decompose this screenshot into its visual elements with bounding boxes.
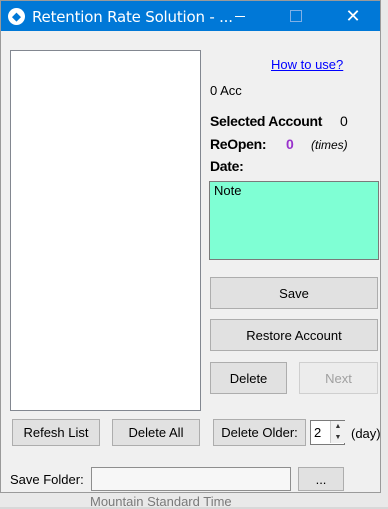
delete-all-button[interactable]: Delete All xyxy=(112,419,200,446)
refresh-list-button[interactable]: Refesh List xyxy=(12,419,100,446)
title-bar[interactable]: ◆ Retention Rate Solution - ... ✕ xyxy=(1,1,380,31)
save-folder-input[interactable] xyxy=(91,467,291,491)
selected-account-label: Selected Account xyxy=(210,113,323,129)
account-list[interactable] xyxy=(10,50,201,411)
date-label: Date: xyxy=(210,158,244,174)
app-logo-icon: ◆ xyxy=(8,8,25,25)
account-count: 0 Acc xyxy=(210,83,242,98)
window-title: Retention Rate Solution - ... xyxy=(32,8,233,26)
restore-account-button[interactable]: Restore Account xyxy=(210,319,378,351)
minimize-icon xyxy=(235,15,245,17)
reopen-unit: (times) xyxy=(311,138,348,152)
save-folder-label: Save Folder: xyxy=(10,472,84,487)
maximize-button xyxy=(273,1,319,31)
stepper-down-icon[interactable]: ▼ xyxy=(330,432,345,443)
minimize-button[interactable] xyxy=(217,1,263,31)
close-button[interactable]: ✕ xyxy=(330,1,376,31)
how-to-use-link[interactable]: How to use? xyxy=(271,57,343,72)
browse-folder-button[interactable]: ... xyxy=(298,467,344,491)
reopen-value: 0 xyxy=(286,136,294,152)
delete-older-button[interactable]: Delete Older: xyxy=(213,419,306,446)
days-unit-label: (day) xyxy=(351,426,381,441)
app-window: ◆ Retention Rate Solution - ... ✕ How to… xyxy=(0,0,381,493)
save-button[interactable]: Save xyxy=(210,277,378,309)
next-button: Next xyxy=(299,362,378,394)
delete-button[interactable]: Delete xyxy=(210,362,287,394)
note-textbox[interactable]: Note xyxy=(209,181,379,260)
close-icon: ✕ xyxy=(345,5,361,26)
maximize-icon xyxy=(290,10,302,22)
reopen-label: ReOpen: xyxy=(210,136,267,152)
days-stepper[interactable]: 2 ▲ ▼ xyxy=(310,420,345,445)
selected-account-value: 0 xyxy=(340,113,348,129)
days-value[interactable]: 2 xyxy=(314,425,321,440)
